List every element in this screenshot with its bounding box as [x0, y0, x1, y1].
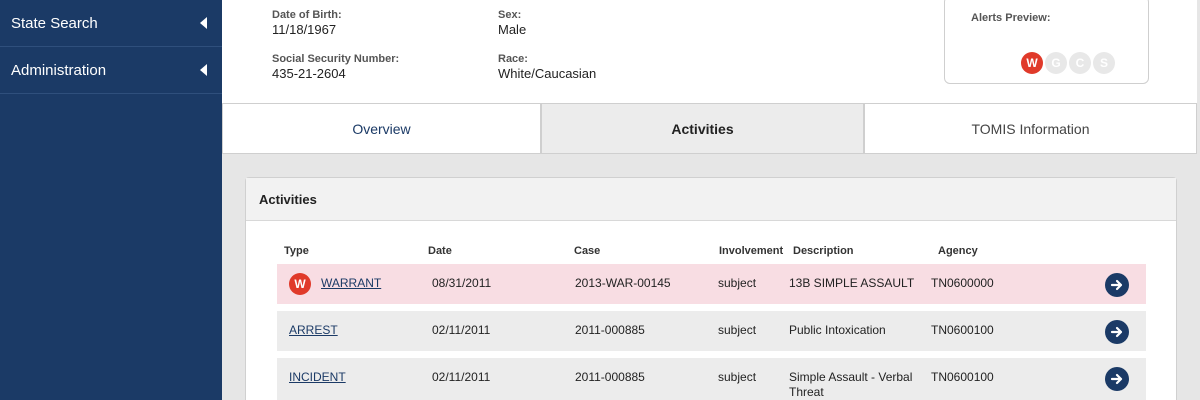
activity-case: 2011-000885 [575, 323, 645, 337]
arrow-right-circle-icon[interactable] [1105, 273, 1129, 297]
activity-involvement: subject [718, 276, 757, 290]
tab-label: TOMIS Information [971, 120, 1090, 137]
activity-description: Public Intoxication [789, 323, 886, 337]
sex-label: Sex: [498, 9, 522, 21]
sidebar-item-label: State Search [11, 14, 98, 32]
activity-involvement: subject [718, 370, 757, 384]
alerts-title: Alerts Preview: [971, 12, 1051, 24]
warrant-alert-icon[interactable]: W [1021, 52, 1043, 74]
sidebar-item-administration[interactable]: Administration [0, 47, 222, 94]
arrow-right-circle-icon[interactable] [1105, 320, 1129, 344]
ssn-value: 435-21-2604 [272, 66, 346, 81]
tab-bar: Overview Activities TOMIS Information [222, 103, 1197, 154]
dob-field: Date of Birth: 11/18/1967 [272, 8, 342, 38]
race-field: Race: White/Caucasian [498, 52, 596, 82]
activity-agency: TN0600100 [931, 370, 994, 384]
person-info-panel: Date of Birth: 11/18/1967 Social Securit… [222, 0, 1197, 103]
activity-case: 2013-WAR-00145 [575, 276, 671, 290]
sex-offender-alert-icon: S [1093, 52, 1115, 74]
table-row: INCIDENT 02/11/2011 2011-000885 subject … [277, 358, 1146, 400]
sidebar-item-state-search[interactable]: State Search [0, 0, 222, 47]
table-row: ARREST 02/11/2011 2011-000885 subject Pu… [277, 311, 1146, 351]
dob-value: 11/18/1967 [272, 22, 337, 37]
arrow-right-circle-icon[interactable] [1105, 367, 1129, 391]
table-row: W WARRANT 08/31/2011 2013-WAR-00145 subj… [277, 264, 1146, 304]
activity-description: Simple Assault - Verbal Threat [789, 370, 913, 399]
tab-activities[interactable]: Activities [541, 103, 864, 154]
tab-tomis-information[interactable]: TOMIS Information [864, 103, 1197, 154]
caret-left-icon [200, 64, 207, 76]
activity-agency: TN0600100 [931, 323, 994, 337]
tab-overview[interactable]: Overview [222, 103, 541, 154]
activity-type-link[interactable]: WARRANT [321, 276, 381, 290]
activity-description: 13B SIMPLE ASSAULT [789, 276, 915, 290]
warrant-icon: W [289, 273, 311, 295]
column-header-agency: Agency [938, 245, 978, 257]
activity-date: 08/31/2011 [432, 276, 492, 290]
activity-agency: TN0600000 [931, 276, 994, 290]
tab-label: Overview [352, 120, 411, 137]
column-header-date: Date [428, 245, 452, 257]
alerts-preview: Alerts Preview: W G C S [944, 0, 1149, 84]
sex-field: Sex: Male [498, 8, 526, 38]
column-header-type: Type [284, 245, 309, 257]
caution-alert-icon: C [1069, 52, 1091, 74]
sex-value: Male [498, 22, 527, 37]
column-header-involvement: Involvement [719, 245, 784, 257]
activity-involvement: subject [718, 323, 757, 337]
tab-label: Activities [671, 120, 734, 137]
activity-date: 02/11/2011 [432, 323, 491, 337]
ssn-label: Social Security Number: [272, 53, 400, 65]
activity-date: 02/11/2011 [432, 370, 491, 384]
race-label: Race: [498, 53, 528, 65]
dob-label: Date of Birth: [272, 9, 342, 21]
activity-type-link[interactable]: ARREST [289, 323, 338, 337]
activities-panel-title: Activities [246, 178, 1176, 221]
activity-type-link[interactable]: INCIDENT [289, 370, 346, 384]
sidebar: State Search Administration [0, 0, 222, 400]
activity-case: 2011-000885 [575, 370, 645, 384]
caret-left-icon [200, 17, 207, 29]
activities-panel: Activities Type Date Case Involvement De… [245, 177, 1177, 400]
column-header-case: Case [574, 245, 601, 257]
race-value: White/Caucasian [498, 66, 597, 81]
ssn-field: Social Security Number: 435-21-2604 [272, 52, 399, 82]
sidebar-item-label: Administration [11, 61, 107, 79]
gang-alert-icon: G [1045, 52, 1067, 74]
column-header-description: Description [793, 245, 854, 257]
main-content: Date of Birth: 11/18/1967 Social Securit… [222, 0, 1200, 400]
